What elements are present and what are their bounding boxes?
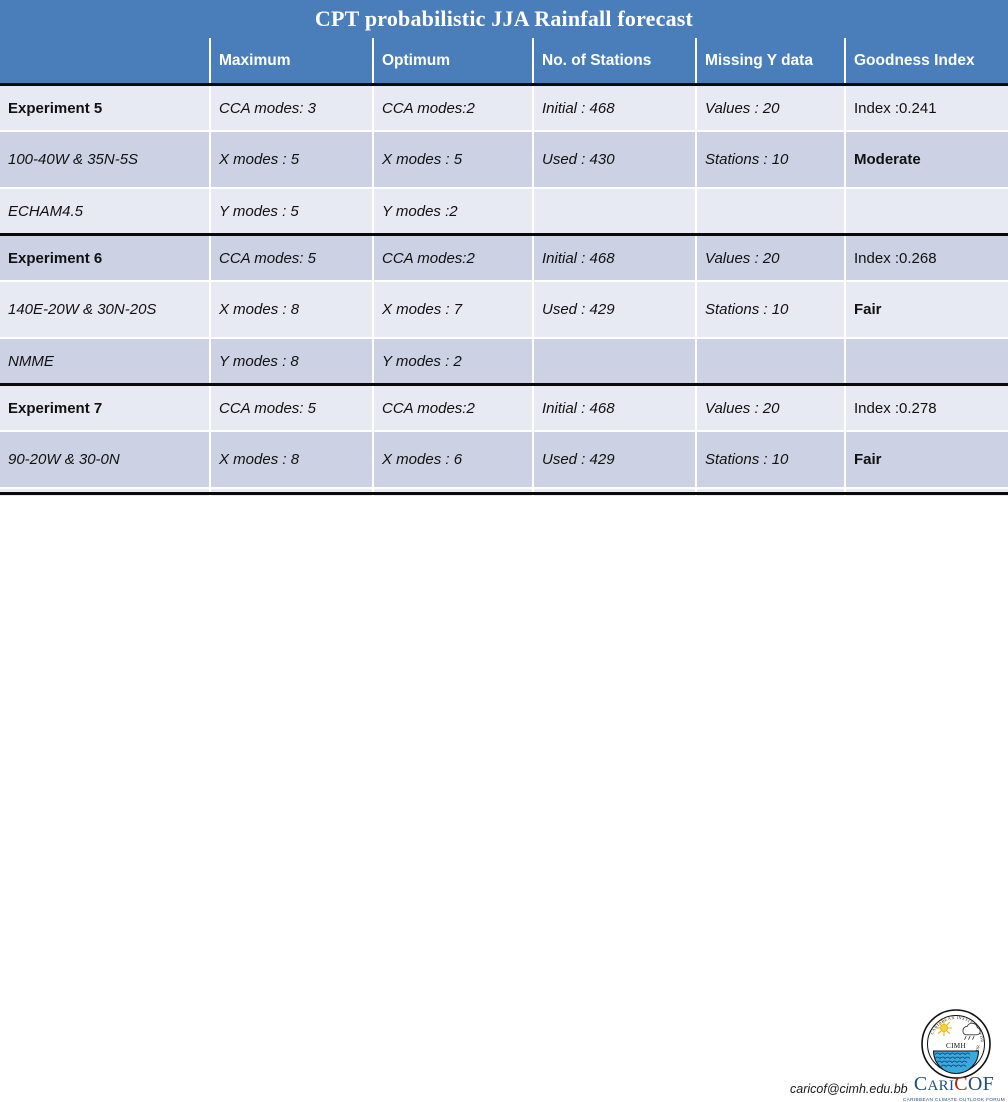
cell-missing-y-data: Values : 20 — [696, 383, 846, 432]
column-header-num-stations: No. of Stations — [533, 38, 697, 85]
svg-text:CIMH: CIMH — [946, 1042, 966, 1050]
cell-label: Experiment 7 — [0, 383, 211, 432]
cell-goodness-index: Fair — [845, 281, 1008, 339]
table-row: Experiment 6 CCA modes: 5 CCA modes:2 Initi… — [0, 233, 1008, 282]
page-title: CPT probabilistic JJA Rainfall forecast — [314, 6, 694, 31]
cell-maximum: Y modes : 8 — [210, 338, 374, 386]
cimh-logo-icon: CARIBBEAN INSTITUTE FOR METEOROLOGY AND … — [918, 1004, 992, 1080]
cell-optimum: CCA modes:2 — [373, 83, 534, 132]
cell-num-stations — [533, 338, 697, 386]
cell-num-stations: Used : 430 — [533, 131, 697, 189]
cell-goodness-index: Index :0.241 — [845, 83, 1008, 132]
caricof-part-c1: C — [913, 1073, 928, 1095]
cell-label: 140E-20W & 30N-20S — [0, 281, 211, 339]
cell-num-stations: Initial : 468 — [533, 383, 697, 432]
cell-optimum: X modes : 7 — [373, 281, 534, 339]
table-row: 140E-20W & 30N-20S X modes : 8X modes : 7… — [0, 281, 1008, 339]
cell-goodness-index — [845, 338, 1008, 386]
table-row: 100-40W & 35N-5S X modes : 5X modes : 5 Us… — [0, 131, 1008, 189]
cell-num-stations: Used : 429 — [533, 431, 697, 489]
column-header-optimum: Optimum — [373, 38, 534, 85]
cell-optimum: X modes : 6 — [373, 431, 534, 489]
cell-optimum: CCA modes:2 — [373, 383, 534, 432]
caricof-tagline: CARIBBEAN CLIMATE OUTLOOK FORUM — [902, 1097, 1006, 1102]
column-header-blank — [0, 38, 211, 85]
table-row: ECHAM4.5 Y modes : 5Y modes :2 — [0, 188, 1008, 236]
caricof-part-ari: ARI — [927, 1078, 955, 1094]
cell-maximum: CCA modes: 3 — [210, 83, 374, 132]
table-row: Experiment 7 CCA modes: 5 CCA modes:2 Initi… — [0, 383, 1008, 432]
cell-label: NMME — [0, 338, 211, 386]
column-header-missing-y-data: Missing Y data — [696, 38, 846, 85]
cell-label: Experiment 6 — [0, 233, 211, 282]
cell-missing-y-data: Values : 20 — [696, 233, 846, 282]
table-header-row: Maximum Optimum No. of Stations Missing … — [0, 38, 1008, 85]
cell-goodness-index: Index :0.278 — [845, 383, 1008, 432]
caricof-wordmark: CARICOF — [903, 1074, 1005, 1096]
cell-missing-y-data: Stations : 10 — [696, 131, 846, 189]
table-body: Experiment 5 CCA modes: 3 CCA modes:2 Initi… — [0, 83, 1008, 535]
cell-maximum: X modes : 8 — [210, 431, 374, 489]
cell-num-stations: Initial : 468 — [533, 83, 697, 132]
cell-label: 90-20W & 30-0N — [0, 431, 211, 489]
page-title-banner: CPT probabilistic JJA Rainfall forecast — [0, 0, 1008, 38]
caricof-part-f: F — [982, 1073, 995, 1095]
cell-label: ECHAM4.5 — [0, 188, 211, 236]
table-row: Experiment 5 CCA modes: 3 CCA modes:2 Initi… — [0, 83, 1008, 132]
cell-missing-y-data: Values : 20 — [696, 83, 846, 132]
table-head: Maximum Optimum No. of Stations Missing … — [0, 38, 1008, 85]
table-row: 90-20W & 30-0N X modes : 8X modes : 6 Used… — [0, 431, 1008, 489]
table-bottom-rule — [0, 492, 1008, 495]
cell-goodness-index: Fair — [845, 431, 1008, 489]
cell-goodness-index: Moderate — [845, 131, 1008, 189]
cell-num-stations: Initial : 468 — [533, 233, 697, 282]
forecast-table: Maximum Optimum No. of Stations Missing … — [0, 38, 1008, 535]
cell-missing-y-data — [696, 188, 846, 236]
caricof-part-o: O — [967, 1073, 983, 1095]
cell-optimum: CCA modes:2 — [373, 233, 534, 282]
table-row: NMMEY modes : 8Y modes : 2 — [0, 338, 1008, 386]
contact-email: caricof@cimh.edu.bb — [790, 1082, 908, 1096]
column-header-goodness-index: Goodness Index — [845, 38, 1008, 85]
column-header-maximum: Maximum — [210, 38, 374, 85]
cell-missing-y-data: Stations : 10 — [696, 431, 846, 489]
cell-num-stations — [533, 188, 697, 236]
cell-missing-y-data: Stations : 10 — [696, 281, 846, 339]
footer: CARIBBEAN INSTITUTE FOR METEOROLOGY AND … — [0, 496, 1008, 1102]
cell-missing-y-data — [696, 338, 846, 386]
cell-maximum: X modes : 5 — [210, 131, 374, 189]
cell-goodness-index — [845, 188, 1008, 236]
cell-optimum: Y modes : 2 — [373, 338, 534, 386]
cell-label: Experiment 5 — [0, 83, 211, 132]
cell-optimum: Y modes :2 — [373, 188, 534, 236]
caricof-logo: CARICOF CARIBBEAN CLIMATE OUTLOOK FORUM — [903, 1074, 1005, 1102]
caricof-part-c2: C — [954, 1073, 968, 1095]
cell-optimum: X modes : 5 — [373, 131, 534, 189]
cell-maximum: CCA modes: 5 — [210, 383, 374, 432]
cell-maximum: Y modes : 5 — [210, 188, 374, 236]
cell-maximum: CCA modes: 5 — [210, 233, 374, 282]
cell-num-stations: Used : 429 — [533, 281, 697, 339]
cell-goodness-index: Index :0.268 — [845, 233, 1008, 282]
cell-label: 100-40W & 35N-5S — [0, 131, 211, 189]
cell-maximum: X modes : 8 — [210, 281, 374, 339]
